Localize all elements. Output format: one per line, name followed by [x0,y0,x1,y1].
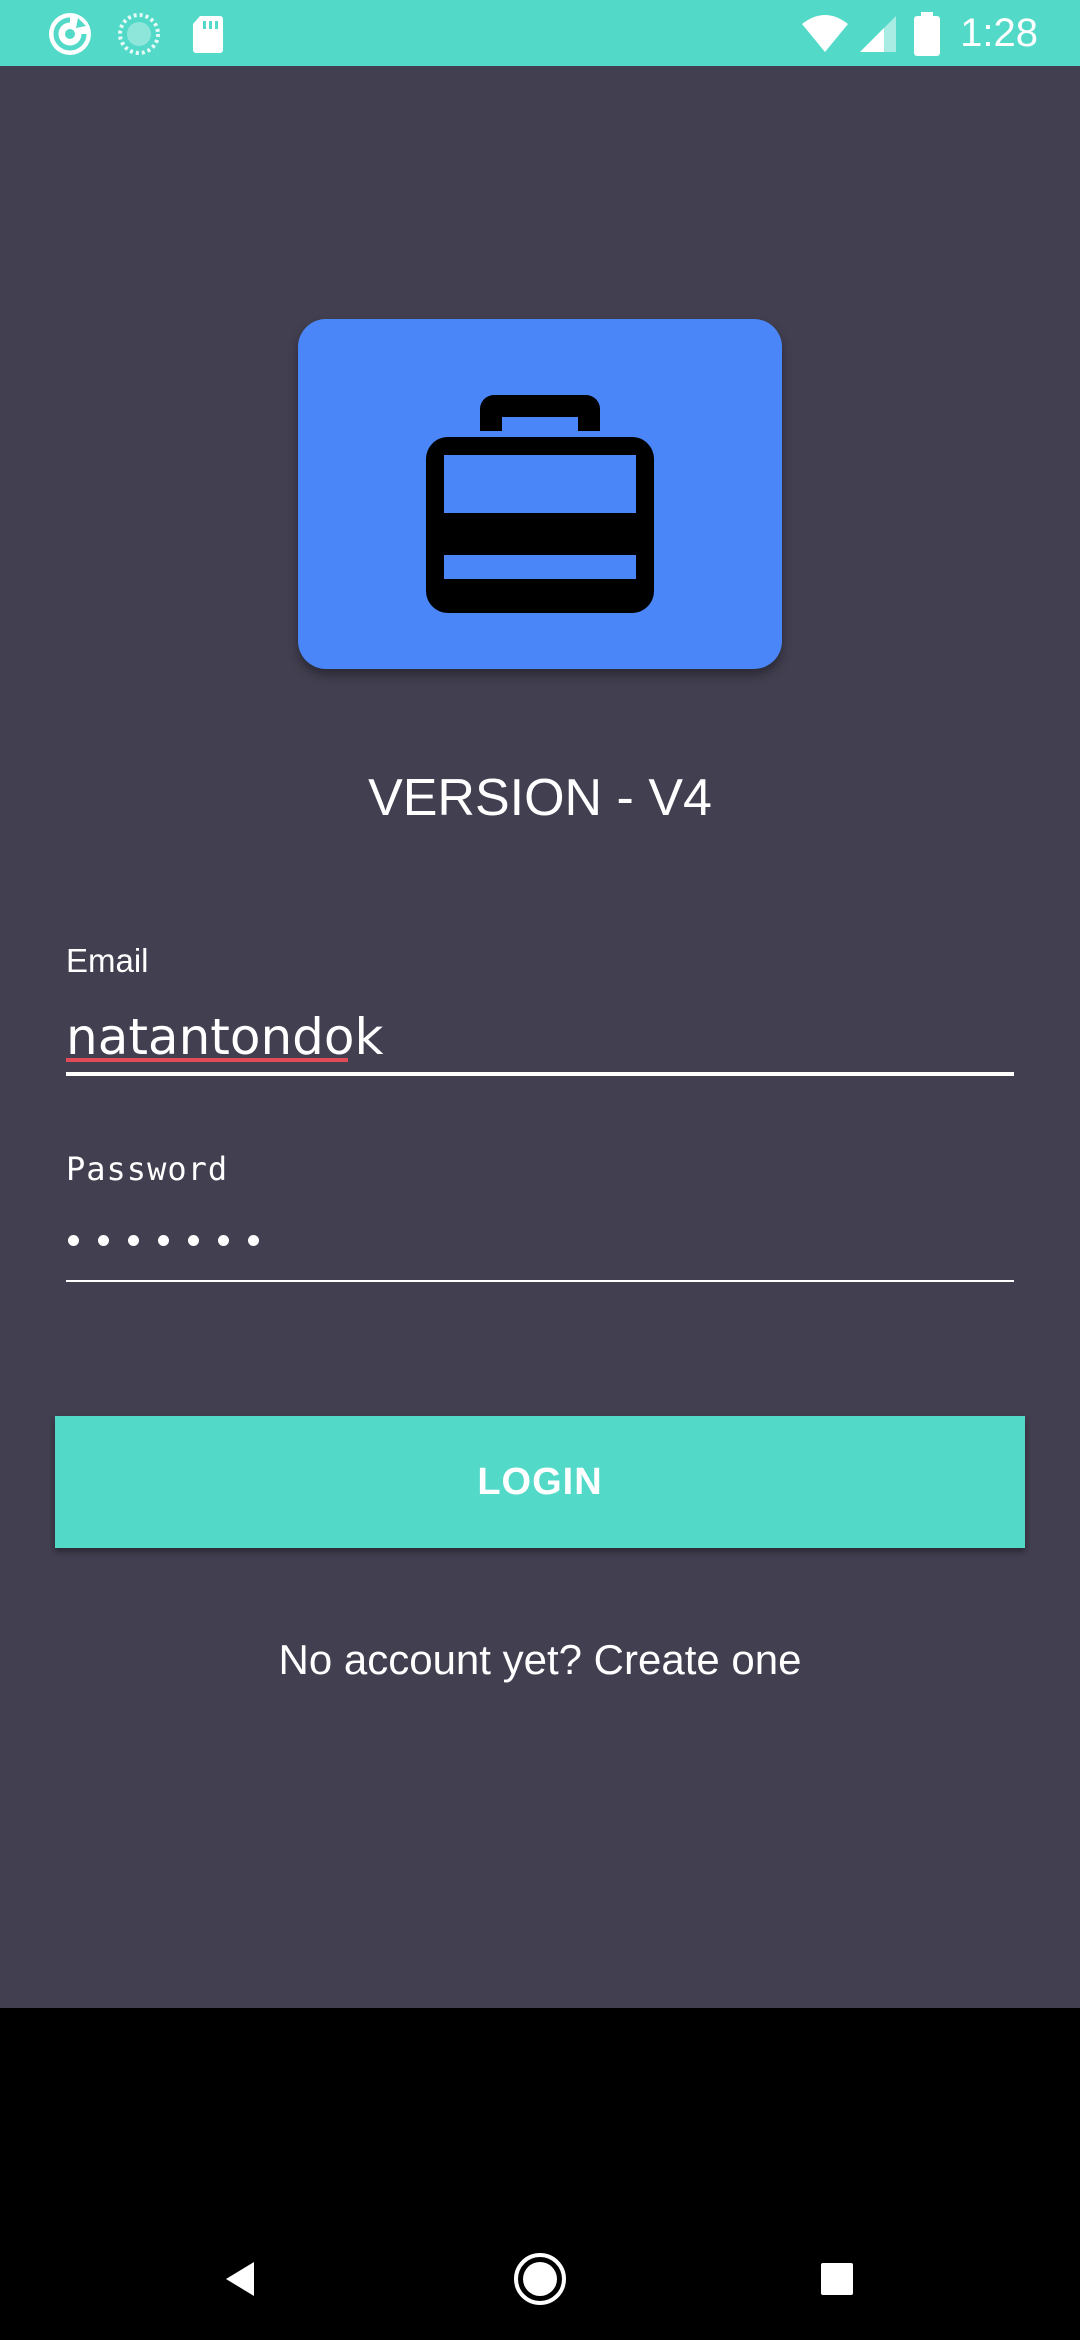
password-field[interactable] [68,1210,278,1270]
recents-icon[interactable] [802,2244,872,2314]
login-screen: 1:28 VERSION - V4 Email Password LOGIN N… [0,0,1080,2340]
wifi-icon [800,12,850,56]
email-field[interactable] [66,1000,1014,1074]
navigation-bar [0,2008,1080,2340]
back-icon[interactable] [206,2244,276,2314]
app-content: VERSION - V4 Email Password LOGIN No acc… [0,66,1080,2008]
app-logo [298,319,782,669]
password-mask-dot [128,1234,139,1246]
spellcheck-underline [66,1058,348,1062]
email-label: Email [66,942,149,979]
briefcase-icon [426,395,654,613]
password-mask-dot [188,1234,199,1246]
battery-icon [912,12,942,56]
password-label: Password [66,1150,229,1188]
password-mask-dot [98,1234,109,1246]
password-mask-dot [68,1234,79,1246]
sd-card-icon [186,12,230,56]
loading-circle-icon [117,12,161,56]
password-mask-dot [248,1234,259,1246]
password-mask-dot [158,1234,169,1246]
password-underline [66,1280,1014,1282]
app-refresh-icon [48,12,92,56]
create-account-link[interactable]: No account yet? Create one [0,1632,1080,1688]
version-label: VERSION - V4 [368,769,712,827]
email-underline [66,1072,1014,1076]
login-button[interactable]: LOGIN [55,1416,1025,1548]
home-icon[interactable] [505,2244,575,2314]
status-time: 1:28 [960,11,1038,55]
password-mask-dot [218,1234,229,1246]
status-bar: 1:28 [0,0,1080,66]
cell-signal-icon [856,12,900,56]
